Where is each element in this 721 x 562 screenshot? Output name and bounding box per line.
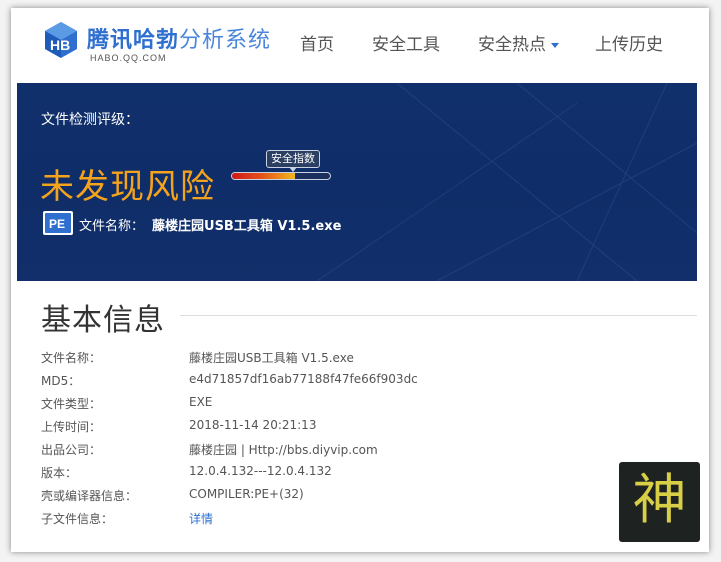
info-value: e4d71857df16ab77188f47fe66f903dc <box>189 372 418 386</box>
logo-subtitle: HABO.QQ.COM <box>90 53 167 63</box>
info-label: 文件名称： <box>41 351 102 365</box>
info-value: 藤楼庄园 | Http://bbs.diyvip.com <box>189 443 378 457</box>
nav-upload-history[interactable]: 上传历史 <box>595 30 663 55</box>
safety-meter-track <box>231 172 331 180</box>
info-value: 12.0.4.132---12.0.4.132 <box>189 464 332 478</box>
habo-logo-icon[interactable]: HB <box>41 20 81 60</box>
sub-file-details-link[interactable]: 详情 <box>189 510 213 527</box>
safety-meter: 安全指数 <box>231 150 333 190</box>
safety-meter-label: 安全指数 <box>266 150 320 168</box>
nav-home[interactable]: 首页 <box>300 30 334 55</box>
info-label: 版本： <box>41 466 78 480</box>
banner-file-label: 文件名称： <box>79 219 145 234</box>
info-value: EXE <box>189 395 213 409</box>
info-label: MD5： <box>41 374 81 388</box>
logo-title[interactable]: 腾讯哈勃分析系统 <box>87 22 271 54</box>
info-value: COMPILER:PE+(32) <box>189 487 304 501</box>
info-label: 子文件信息： <box>41 512 114 526</box>
watermark-char: 神 <box>632 468 687 531</box>
logo-title-light: 分析系统 <box>179 28 272 53</box>
watermark-badge: 神 <box>619 462 700 542</box>
nav-security-hot-label: 安全热点 <box>478 35 546 55</box>
banner-file-name: 文件名称： 藤楼庄园USB工具箱 V1.5.exe <box>79 215 341 234</box>
info-label: 出品公司： <box>41 443 102 457</box>
rating-heading: 文件检测评级： <box>41 112 139 128</box>
info-label: 文件类型： <box>41 397 102 411</box>
banner-file-value: 藤楼庄园USB工具箱 V1.5.exe <box>152 219 342 234</box>
risk-result: 未发现风险 <box>40 167 215 207</box>
info-label: 壳或编译器信息： <box>41 489 138 503</box>
safety-meter-fill <box>232 173 295 179</box>
result-banner: 文件检测评级： 未发现风险 安全指数 PE 文件名称： 藤楼庄园USB工具箱 V1… <box>17 83 697 281</box>
info-label: 上传时间： <box>41 420 102 434</box>
logo-title-bold: 腾讯哈勃 <box>87 28 180 53</box>
pe-file-icon: PE <box>43 211 73 235</box>
site-header: HB 腾讯哈勃分析系统 HABO.QQ.COM 首页 安全工具 安全热点 上传历… <box>11 8 709 80</box>
page: HB 腾讯哈勃分析系统 HABO.QQ.COM 首页 安全工具 安全热点 上传历… <box>0 0 721 562</box>
info-value: 藤楼庄园USB工具箱 V1.5.exe <box>189 351 354 365</box>
svg-text:PE: PE <box>49 217 65 231</box>
section-divider <box>180 315 697 316</box>
svg-text:HB: HB <box>50 37 70 53</box>
nav-security-tools[interactable]: 安全工具 <box>372 30 440 55</box>
report-card: HB 腾讯哈勃分析系统 HABO.QQ.COM 首页 安全工具 安全热点 上传历… <box>11 8 709 552</box>
basic-info-title: 基本信息 <box>41 303 165 338</box>
caret-down-icon <box>551 42 559 48</box>
nav-security-hot[interactable]: 安全热点 <box>478 30 559 55</box>
info-value: 2018-11-14 20:21:13 <box>189 418 317 432</box>
